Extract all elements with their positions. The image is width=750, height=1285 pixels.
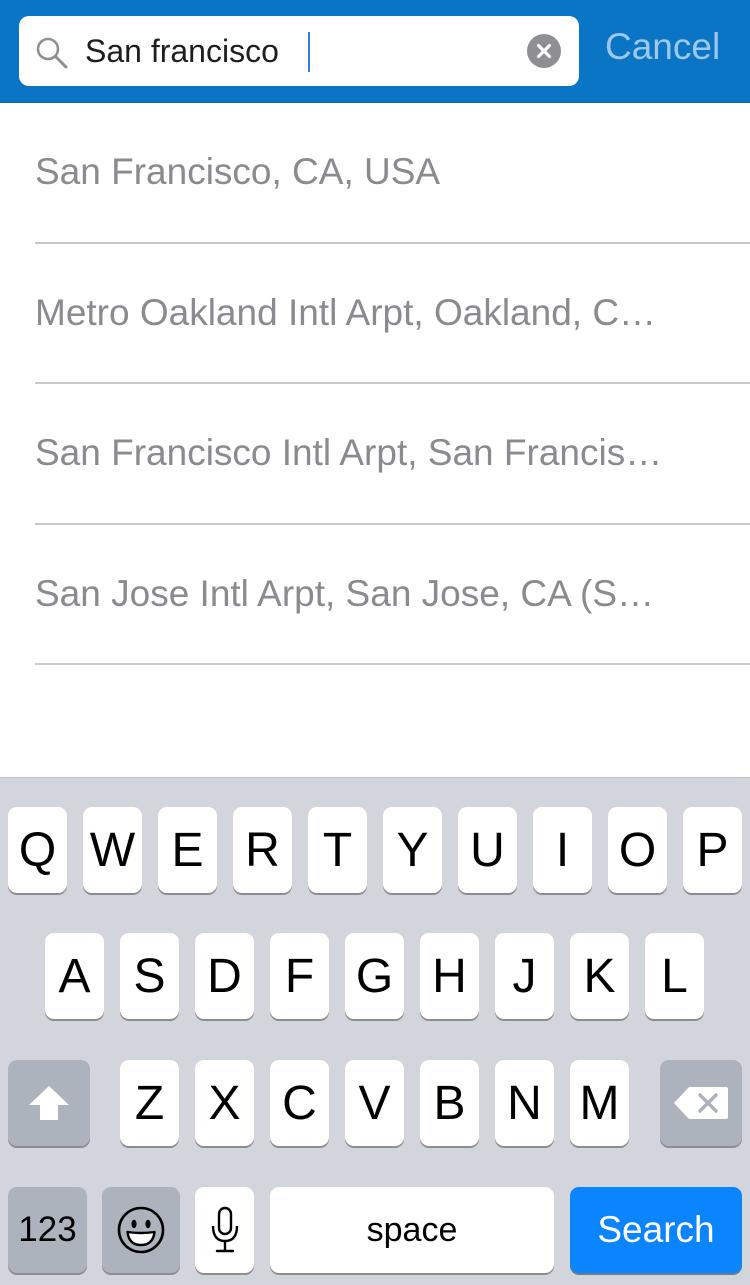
suggestion-list: San Francisco, CA, USA Metro Oakland Int… (0, 103, 750, 665)
clear-text-button[interactable] (527, 34, 561, 68)
emoji-smiley-icon (117, 1206, 165, 1254)
key-s[interactable]: S (120, 933, 179, 1019)
key-u[interactable]: U (458, 807, 517, 893)
key-x[interactable]: X (195, 1060, 254, 1146)
key-a[interactable]: A (45, 933, 104, 1019)
suggestion-item[interactable]: Metro Oakland Intl Arpt, Oakland, C… (35, 244, 750, 384)
key-p[interactable]: P (683, 807, 742, 893)
key-g[interactable]: G (345, 933, 404, 1019)
suggestion-item[interactable]: San Francisco Intl Arpt, San Francis… (35, 384, 750, 525)
key-v[interactable]: V (345, 1060, 404, 1146)
search-field[interactable]: San francisco (19, 16, 579, 86)
text-cursor (308, 32, 310, 72)
delete-key[interactable] (660, 1060, 742, 1146)
backspace-icon (674, 1087, 728, 1119)
key-o[interactable]: O (608, 807, 667, 893)
suggestion-label: San Francisco, CA, USA (35, 151, 441, 192)
key-n[interactable]: N (495, 1060, 554, 1146)
cancel-button[interactable]: Cancel (605, 22, 720, 72)
key-m[interactable]: M (570, 1060, 629, 1146)
suggestion-item[interactable]: San Francisco, CA, USA (35, 103, 750, 244)
dictation-key[interactable] (195, 1187, 254, 1273)
key-r[interactable]: R (233, 807, 292, 893)
key-y[interactable]: Y (383, 807, 442, 893)
microphone-icon (211, 1206, 238, 1253)
suggestion-label: San Jose Intl Arpt, San Jose, CA (S… (35, 572, 655, 614)
shift-key[interactable] (8, 1060, 90, 1146)
search-header: San francisco Cancel (0, 0, 750, 103)
key-b[interactable]: B (420, 1060, 479, 1146)
key-l[interactable]: L (645, 933, 704, 1019)
suggestion-label: San Francisco Intl Arpt, San Francis… (35, 432, 663, 473)
shift-arrow-icon (29, 1086, 69, 1120)
key-f[interactable]: F (270, 933, 329, 1019)
search-icon (35, 36, 69, 70)
key-i[interactable]: I (533, 807, 592, 893)
search-input[interactable]: San francisco (85, 28, 279, 74)
key-k[interactable]: K (570, 933, 629, 1019)
key-w[interactable]: W (83, 807, 142, 893)
on-screen-keyboard: Q W E R T Y U I O P A S D F G H J K L Z … (0, 777, 750, 1285)
emoji-key[interactable] (102, 1187, 180, 1273)
key-t[interactable]: T (308, 807, 367, 893)
clear-x-icon (536, 43, 552, 59)
key-d[interactable]: D (195, 933, 254, 1019)
key-j[interactable]: J (495, 933, 554, 1019)
space-key[interactable]: space (270, 1187, 554, 1273)
key-q[interactable]: Q (8, 807, 67, 893)
key-z[interactable]: Z (120, 1060, 179, 1146)
suggestion-item[interactable]: San Jose Intl Arpt, San Jose, CA (S… (35, 525, 750, 665)
key-e[interactable]: E (158, 807, 217, 893)
key-h[interactable]: H (420, 933, 479, 1019)
key-c[interactable]: C (270, 1060, 329, 1146)
search-key[interactable]: Search (570, 1187, 742, 1273)
numbers-key[interactable]: 123 (8, 1187, 87, 1273)
suggestion-label: Metro Oakland Intl Arpt, Oakland, C… (35, 291, 657, 333)
